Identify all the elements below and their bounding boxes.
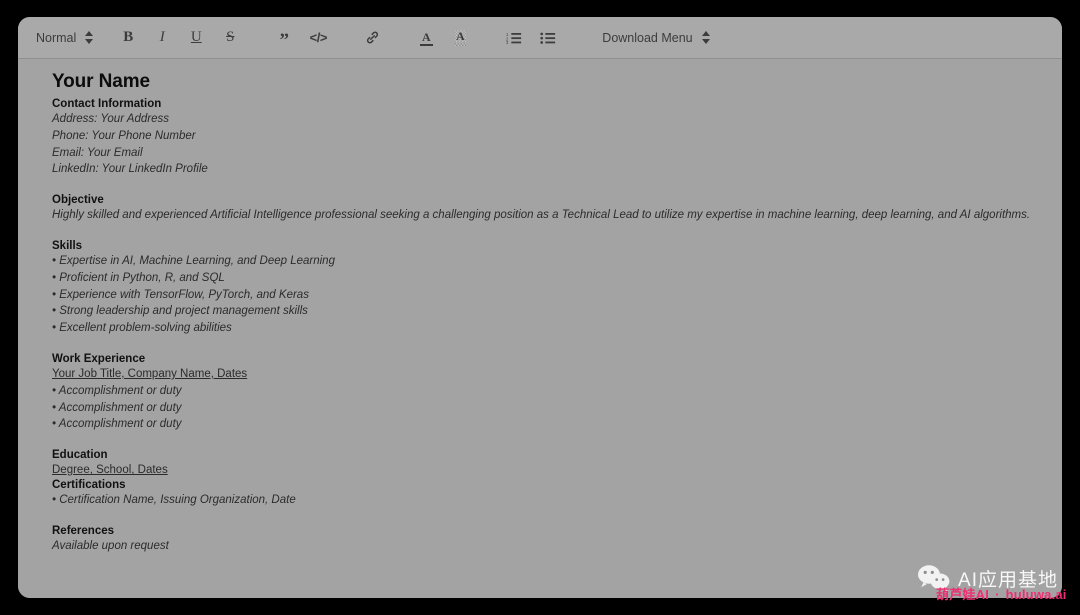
section-heading: Contact Information	[52, 98, 162, 110]
chevron-up-down-icon	[701, 31, 711, 44]
list-item: • Expertise in AI, Machine Learning, and…	[52, 254, 335, 267]
download-menu-picker[interactable]: Download Menu	[600, 25, 712, 51]
style-picker-label: Normal	[36, 30, 77, 45]
background-color-glyph: A	[454, 29, 466, 43]
resume-name-heading: Your Name	[52, 71, 150, 92]
chevron-up-down-icon	[85, 31, 94, 44]
section-heading: Education	[52, 449, 108, 462]
underline-button[interactable]: U	[184, 25, 208, 51]
strikethrough-button[interactable]: S	[218, 25, 242, 51]
section-heading: References	[52, 524, 115, 537]
italic-button[interactable]: I	[150, 25, 174, 51]
text-format-group: B I U S	[116, 25, 242, 51]
download-menu-label: Download Menu	[602, 30, 693, 45]
objective-text: Highly skilled and experienced Artificia…	[52, 209, 1031, 222]
education-degree-line: Degree, School, Dates	[52, 464, 168, 477]
section-heading: Objective	[52, 194, 104, 207]
list-item: • Strong leadership and project manageme…	[52, 305, 308, 318]
contact-phone: Phone: Your Phone Number	[52, 129, 196, 142]
style-picker[interactable]: Normal	[34, 25, 96, 51]
background-color-icon[interactable]: A	[448, 25, 472, 51]
text-color-swatch	[419, 43, 433, 46]
contact-address: Address: Your Address	[52, 113, 169, 125]
resume-editor-window: Normal B I U S ” </> A A 1 2 3 Download …	[18, 17, 1062, 598]
section-certifications: Certifications • Certification Name, Iss…	[52, 479, 1040, 509]
editor-toolbar: Normal B I U S ” </> A A 1 2 3 Download …	[18, 17, 1062, 59]
work-experience-job-line: Your Job Title, Company Name, Dates	[52, 367, 248, 380]
section-education: Education Degree, School, Dates	[52, 449, 1040, 479]
link-icon[interactable]	[360, 25, 384, 51]
blockquote-icon[interactable]: ”	[272, 25, 296, 51]
list-item: • Certification Name, Issuing Organizati…	[52, 493, 296, 506]
references-text: Available upon request	[52, 539, 169, 552]
text-color-glyph: A	[421, 29, 431, 44]
background-color-swatch	[453, 43, 467, 46]
ordered-list-icon[interactable]: 1 2 3	[502, 25, 526, 51]
document-editor-area[interactable]: Your Name Contact Information Address: Y…	[18, 59, 1062, 598]
section-heading: Work Experience	[52, 352, 146, 365]
bullet-list-icon[interactable]	[536, 25, 560, 51]
block-format-group: ” </>	[272, 25, 330, 51]
bold-button[interactable]: B	[116, 25, 140, 51]
contact-email: Email: Your Email	[52, 146, 143, 159]
code-block-icon[interactable]: </>	[306, 25, 330, 51]
list-item: • Accomplishment or duty	[52, 418, 182, 431]
list-item: • Accomplishment or duty	[52, 384, 182, 397]
section-heading: Skills	[52, 239, 83, 252]
svg-text:3: 3	[506, 40, 509, 45]
section-objective: Objective Highly skilled and experienced…	[52, 194, 1040, 224]
section-work-experience: Work Experience Your Job Title, Company …	[52, 353, 1040, 433]
contact-linkedin: LinkedIn: Your LinkedIn Profile	[52, 163, 208, 176]
list-item: • Excellent problem-solving abilities	[52, 322, 232, 335]
list-item: • Accomplishment or duty	[52, 401, 182, 414]
list-item: • Experience with TensorFlow, PyTorch, a…	[52, 288, 309, 301]
section-contact-information: Contact Information Address: Your Addres…	[52, 98, 1040, 178]
text-color-icon[interactable]: A	[414, 25, 438, 51]
list-item: • Proficient in Python, R, and SQL	[52, 271, 225, 284]
section-heading: Certifications	[52, 478, 126, 491]
section-references: References Available upon request	[52, 525, 1040, 555]
section-skills: Skills • Expertise in AI, Machine Learni…	[52, 240, 1040, 337]
